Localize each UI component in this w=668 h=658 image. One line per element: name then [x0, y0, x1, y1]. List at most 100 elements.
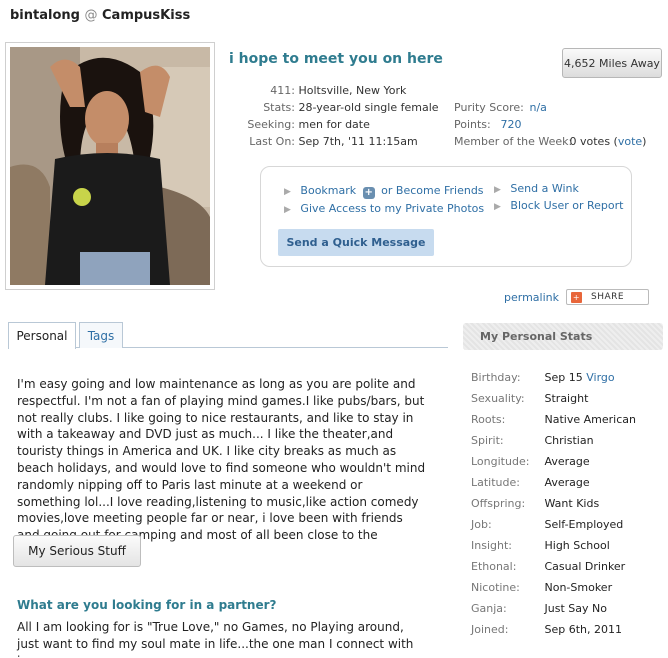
partner-text: All I am looking for is "True Love," no … — [17, 620, 414, 658]
stat-value: Sep 6th, 2011 — [544, 623, 623, 636]
send-wink-link[interactable]: Send a Wink — [510, 182, 578, 195]
detail-value: men for date — [298, 118, 370, 131]
stat-row-latitude: Latitude: Average — [471, 476, 590, 489]
about-text: I'm easy going and low maintenance as lo… — [17, 377, 426, 559]
block-row: ▶ Block User or Report — [494, 199, 623, 212]
stat-value: Just Say No — [544, 602, 607, 615]
stat-row-insight: Insight: High School — [471, 539, 610, 552]
stat-value: Want Kids — [544, 497, 600, 510]
tab-tags[interactable]: Tags — [79, 322, 123, 348]
stat-value: Sep 15 — [544, 371, 583, 384]
profile-photo[interactable] — [10, 47, 210, 285]
profile-photo-image — [10, 47, 210, 285]
stat-label: Sexuality: — [471, 392, 525, 405]
stat-value: Average — [544, 476, 590, 489]
private-photos-link[interactable]: Give Access to my Private Photos — [300, 202, 484, 215]
stat-label: Job: — [471, 518, 492, 531]
zodiac-link[interactable]: Virgo — [586, 371, 614, 384]
vote-paren-close: ) — [642, 135, 647, 148]
stat-row-birthday: Birthday: Sep 15 Virgo — [471, 371, 615, 384]
detail-label: Seeking: — [247, 118, 295, 131]
detail-purity: Purity Score: n/a — [454, 101, 547, 114]
detail-last-on: Last On: Sep 7th, '11 11:15am — [240, 135, 418, 148]
vote-link[interactable]: vote — [618, 135, 642, 148]
detail-label: Member of the Week: — [454, 135, 573, 148]
detail-label: Stats: — [263, 101, 295, 114]
serious-stuff-button[interactable]: My Serious Stuff — [13, 535, 141, 567]
report-link[interactable]: Report — [587, 199, 623, 212]
detail-points: Points: 720 — [454, 118, 522, 131]
at-sign: @ — [84, 8, 98, 23]
arrow-icon: ▶ — [494, 202, 501, 212]
distance-button[interactable]: 4,652 Miles Away — [562, 48, 662, 78]
profile-headline: i hope to meet you on here — [229, 51, 443, 67]
stat-label: Longitude: — [471, 455, 530, 468]
detail-stats: Stats: 28-year-old single female — [240, 101, 439, 114]
stat-label: Spirit: — [471, 434, 504, 447]
purity-link[interactable]: n/a — [530, 101, 547, 114]
stat-row-longitude: Longitude: Average — [471, 455, 590, 468]
detail-label: Purity Score: — [454, 101, 524, 114]
tab-personal[interactable]: Personal — [8, 322, 76, 349]
detail-member-week: Member of the Week: 0 votes (vote) — [454, 135, 646, 148]
arrow-icon: ▶ — [284, 187, 291, 197]
permalink-link[interactable]: permalink — [504, 291, 559, 304]
personal-stats-header: My Personal Stats — [463, 323, 663, 350]
stat-row-nicotine: Nicotine: Non-Smoker — [471, 581, 612, 594]
stat-value: Non-Smoker — [544, 581, 613, 594]
detail-value: Holtsville, New York — [298, 84, 407, 97]
stat-value: Average — [544, 455, 590, 468]
stat-label: Ganja: — [471, 602, 507, 615]
site-name: CampusKiss — [102, 8, 191, 23]
stat-row-ganja: Ganja: Just Say No — [471, 602, 607, 615]
stat-value: Straight — [544, 392, 589, 405]
stat-label: Offspring: — [471, 497, 526, 510]
stat-row-roots: Roots: Native American — [471, 413, 636, 426]
stat-row-joined: Joined: Sep 6th, 2011 — [471, 623, 622, 636]
stat-label: Ethonal: — [471, 560, 517, 573]
detail-location: 411: Holtsville, New York — [240, 84, 406, 97]
stat-row-ethonal: Ethonal: Casual Drinker — [471, 560, 625, 573]
wink-row: ▶ Send a Wink — [494, 182, 579, 195]
quick-message-button[interactable]: Send a Quick Message — [278, 229, 434, 256]
stat-value: High School — [544, 539, 610, 552]
username: bintalong — [10, 8, 80, 23]
stat-row-spirit: Spirit: Christian — [471, 434, 594, 447]
stat-row-offspring: Offspring: Want Kids — [471, 497, 599, 510]
profile-photo-frame[interactable] — [5, 42, 215, 290]
stat-label: Latitude: — [471, 476, 520, 489]
detail-value: Sep 7th, '11 11:15am — [298, 135, 418, 148]
share-icon: + — [571, 291, 582, 303]
arrow-icon: ▶ — [284, 205, 291, 215]
bookmark-row: ▶ Bookmark + or Become Friends — [284, 184, 484, 199]
or-text: or — [572, 199, 584, 212]
detail-value: 28-year-old single female — [298, 101, 439, 114]
detail-seeking: Seeking: men for date — [240, 118, 370, 131]
block-user-link[interactable]: Block User — [510, 199, 568, 212]
bookmark-link[interactable]: Bookmark — [300, 184, 356, 197]
stat-row-job: Job: Self-Employed — [471, 518, 623, 531]
page-title: bintalong @ CampusKiss — [10, 8, 190, 23]
stat-value: Christian — [544, 434, 594, 447]
stat-value: Native American — [544, 413, 636, 426]
stat-label: Birthday: — [471, 371, 521, 384]
arrow-icon: ▶ — [494, 185, 501, 195]
votes-value: 0 votes — [569, 135, 611, 148]
stat-row-sexuality: Sexuality: Straight — [471, 392, 588, 405]
stat-label: Joined: — [471, 623, 509, 636]
stat-value: Casual Drinker — [544, 560, 626, 573]
partner-heading: What are you looking for in a partner? — [17, 598, 277, 612]
private-photos-row: ▶ Give Access to my Private Photos — [284, 202, 484, 215]
stat-value: Self-Employed — [544, 518, 624, 531]
detail-label: 411: — [270, 84, 295, 97]
points-link[interactable]: 720 — [501, 118, 522, 131]
share-button[interactable]: + SHARE — [566, 289, 649, 305]
detail-label: Last On: — [249, 135, 295, 148]
stat-label: Nicotine: — [471, 581, 520, 594]
share-label: SHARE — [591, 292, 625, 302]
stat-label: Insight: — [471, 539, 512, 552]
detail-label: Points: — [454, 118, 491, 131]
stat-label: Roots: — [471, 413, 506, 426]
plus-icon[interactable]: + — [362, 187, 375, 199]
become-friends-link[interactable]: or Become Friends — [381, 184, 483, 197]
